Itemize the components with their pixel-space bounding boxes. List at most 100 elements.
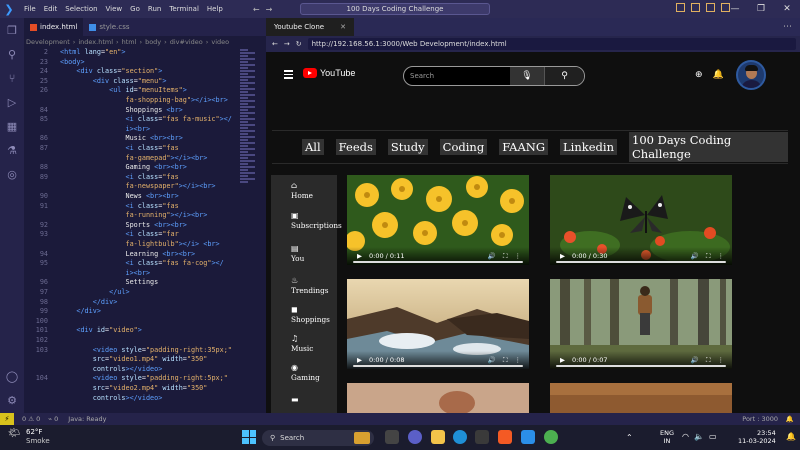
code-line[interactable]: 23 <body>: [24, 58, 266, 68]
breadcrumb-item[interactable]: html: [122, 38, 137, 46]
play-icon[interactable]: ▶: [560, 356, 565, 364]
menu-edit[interactable]: Edit: [44, 5, 58, 13]
volume-icon[interactable]: 🔊: [488, 252, 496, 260]
sidebar-item-gaming[interactable]: ◉ Gaming: [291, 363, 320, 382]
code-line[interactable]: 85 <i class="fas fa-music"></: [24, 115, 266, 125]
search-icon[interactable]: ⚲: [544, 67, 584, 85]
menu-terminal[interactable]: Terminal: [169, 5, 199, 13]
video-player-6[interactable]: [550, 383, 732, 413]
fullscreen-icon[interactable]: ⛶: [706, 356, 711, 365]
browser-tab[interactable]: Youtube Clone ✕: [266, 18, 354, 36]
manage-gear-icon[interactable]: ⚙: [0, 388, 24, 412]
video-player-3[interactable]: ▶ 0:00 / 0:08 🔊 ⛶ ⋮: [347, 279, 529, 369]
youtube-logo[interactable]: YouTube: [303, 68, 355, 78]
code-line[interactable]: fa-gamepad"></i><br>: [24, 154, 266, 164]
search-icon[interactable]: ⚲: [0, 42, 24, 66]
avatar[interactable]: [736, 60, 766, 90]
video-progress-bar[interactable]: [353, 365, 523, 367]
video-player-5[interactable]: [347, 383, 529, 413]
teams-icon[interactable]: [408, 430, 422, 444]
code-line[interactable]: fa-lightbulb"></i> <br>: [24, 240, 266, 250]
maximize-icon[interactable]: ❐: [748, 0, 774, 18]
code-line[interactable]: fa-running"></i><br>: [24, 211, 266, 221]
code-line[interactable]: 91 <i class="fas: [24, 202, 266, 212]
notification-bell-icon[interactable]: 🔔: [713, 70, 724, 80]
more-options-icon[interactable]: ⋮: [515, 356, 522, 364]
menu-selection[interactable]: Selection: [65, 5, 97, 13]
system-tray[interactable]: ◠ 🔈 ▭: [682, 432, 717, 441]
code-line[interactable]: fa-newspaper"></i><br>: [24, 182, 266, 192]
problems-count[interactable]: 0 ⚠ 0: [22, 415, 40, 423]
code-line[interactable]: src="video1.mp4" width="350": [24, 355, 266, 365]
code-line[interactable]: 94 Learning <br><br>: [24, 250, 266, 260]
code-line[interactable]: controls></video>: [24, 365, 266, 375]
sidebar-item-home[interactable]: ⌂ Home: [291, 181, 313, 200]
code-line[interactable]: fa-shopping-bag"></i><br>: [24, 96, 266, 106]
fullscreen-icon[interactable]: ⛶: [706, 252, 711, 261]
microphone-icon[interactable]: 🎙: [510, 67, 544, 85]
play-icon[interactable]: ▶: [357, 252, 362, 260]
run-debug-icon[interactable]: ▷: [0, 90, 24, 114]
chip-faang[interactable]: FAANG: [499, 139, 549, 155]
code-line[interactable]: 25 <div class="menu">: [24, 77, 266, 87]
code-line[interactable]: 99 </div>: [24, 307, 266, 317]
minimize-icon[interactable]: —: [722, 0, 748, 18]
tab-style-css[interactable]: style.css: [83, 18, 135, 36]
create-plus-icon[interactable]: ⊕: [695, 70, 703, 80]
back-arrow-icon[interactable]: ←: [253, 5, 260, 14]
code-line[interactable]: 2 <html lang="en">: [24, 48, 266, 58]
language-indicator[interactable]: ENG IN: [660, 429, 674, 445]
more-options-icon[interactable]: ⋮: [718, 356, 725, 364]
video-progress-bar[interactable]: [556, 365, 726, 367]
back-arrow-icon[interactable]: ←: [272, 40, 278, 48]
fullscreen-icon[interactable]: ⛶: [503, 252, 508, 261]
fullscreen-icon[interactable]: ⛶: [503, 356, 508, 365]
taskbar-search[interactable]: ⚲ Search: [262, 430, 374, 446]
command-center[interactable]: 100 Days Coding Challenge: [300, 3, 490, 15]
more-actions-icon[interactable]: ⋯: [783, 22, 792, 32]
menu-go[interactable]: Go: [130, 5, 140, 13]
menu-file[interactable]: File: [24, 5, 36, 13]
chip-study[interactable]: Study: [387, 139, 428, 155]
url-field[interactable]: http://192.168.56.1:3000/Web Development…: [307, 38, 796, 50]
remote-indicator-icon[interactable]: ⚡: [0, 413, 14, 425]
chip-coding[interactable]: Coding: [439, 139, 488, 155]
chrome-icon[interactable]: [544, 430, 558, 444]
close-icon[interactable]: ✕: [774, 0, 800, 18]
notifications-bell-icon[interactable]: 🔔: [786, 415, 794, 423]
code-line[interactable]: 98 </div>: [24, 298, 266, 308]
video-player-1[interactable]: ▶ 0:00 / 0:11 🔊 ⛶ ⋮: [347, 175, 529, 265]
more-options-icon[interactable]: ⋮: [718, 252, 725, 260]
play-icon[interactable]: ▶: [357, 356, 362, 364]
chevron-up-icon[interactable]: ⌃: [626, 433, 633, 442]
code-line[interactable]: 87 <i class="fas: [24, 144, 266, 154]
chip-all[interactable]: All: [302, 139, 324, 155]
close-tab-icon[interactable]: ✕: [340, 23, 346, 31]
code-line[interactable]: src="video2.mp4" width="350": [24, 384, 266, 394]
breadcrumb-item[interactable]: Development: [26, 38, 70, 46]
forward-arrow-icon[interactable]: →: [266, 5, 273, 14]
code-line[interactable]: 93 <i class="far: [24, 230, 266, 240]
vscode-icon[interactable]: [521, 430, 535, 444]
tab-index-html[interactable]: index.html: [24, 18, 84, 36]
code-line[interactable]: i><br>: [24, 269, 266, 279]
sidebar-item-news[interactable]: ▬: [291, 395, 299, 405]
code-line[interactable]: 100: [24, 317, 266, 327]
menu-view[interactable]: View: [106, 5, 123, 13]
more-options-icon[interactable]: ⋮: [515, 252, 522, 260]
play-icon[interactable]: ▶: [560, 252, 565, 260]
code-line[interactable]: 102: [24, 336, 266, 346]
explorer-icon[interactable]: ❐: [0, 18, 24, 42]
windows-start-icon[interactable]: [242, 430, 256, 444]
toggle-panel-icon[interactable]: [691, 3, 700, 12]
code-line[interactable]: 92 Sports <br><br>: [24, 221, 266, 231]
code-line[interactable]: controls></video>: [24, 394, 266, 404]
extensions-icon[interactable]: ▦: [0, 114, 24, 138]
video-progress-bar[interactable]: [556, 261, 726, 263]
code-line[interactable]: i><br>: [24, 125, 266, 135]
edge-icon[interactable]: [453, 430, 467, 444]
search-input[interactable]: Search: [404, 72, 510, 80]
ports-icon[interactable]: ⌁: [48, 415, 52, 423]
sidebar-item-music[interactable]: ♫ Music: [291, 334, 313, 353]
toggle-secondary-sidebar-icon[interactable]: [706, 3, 715, 12]
